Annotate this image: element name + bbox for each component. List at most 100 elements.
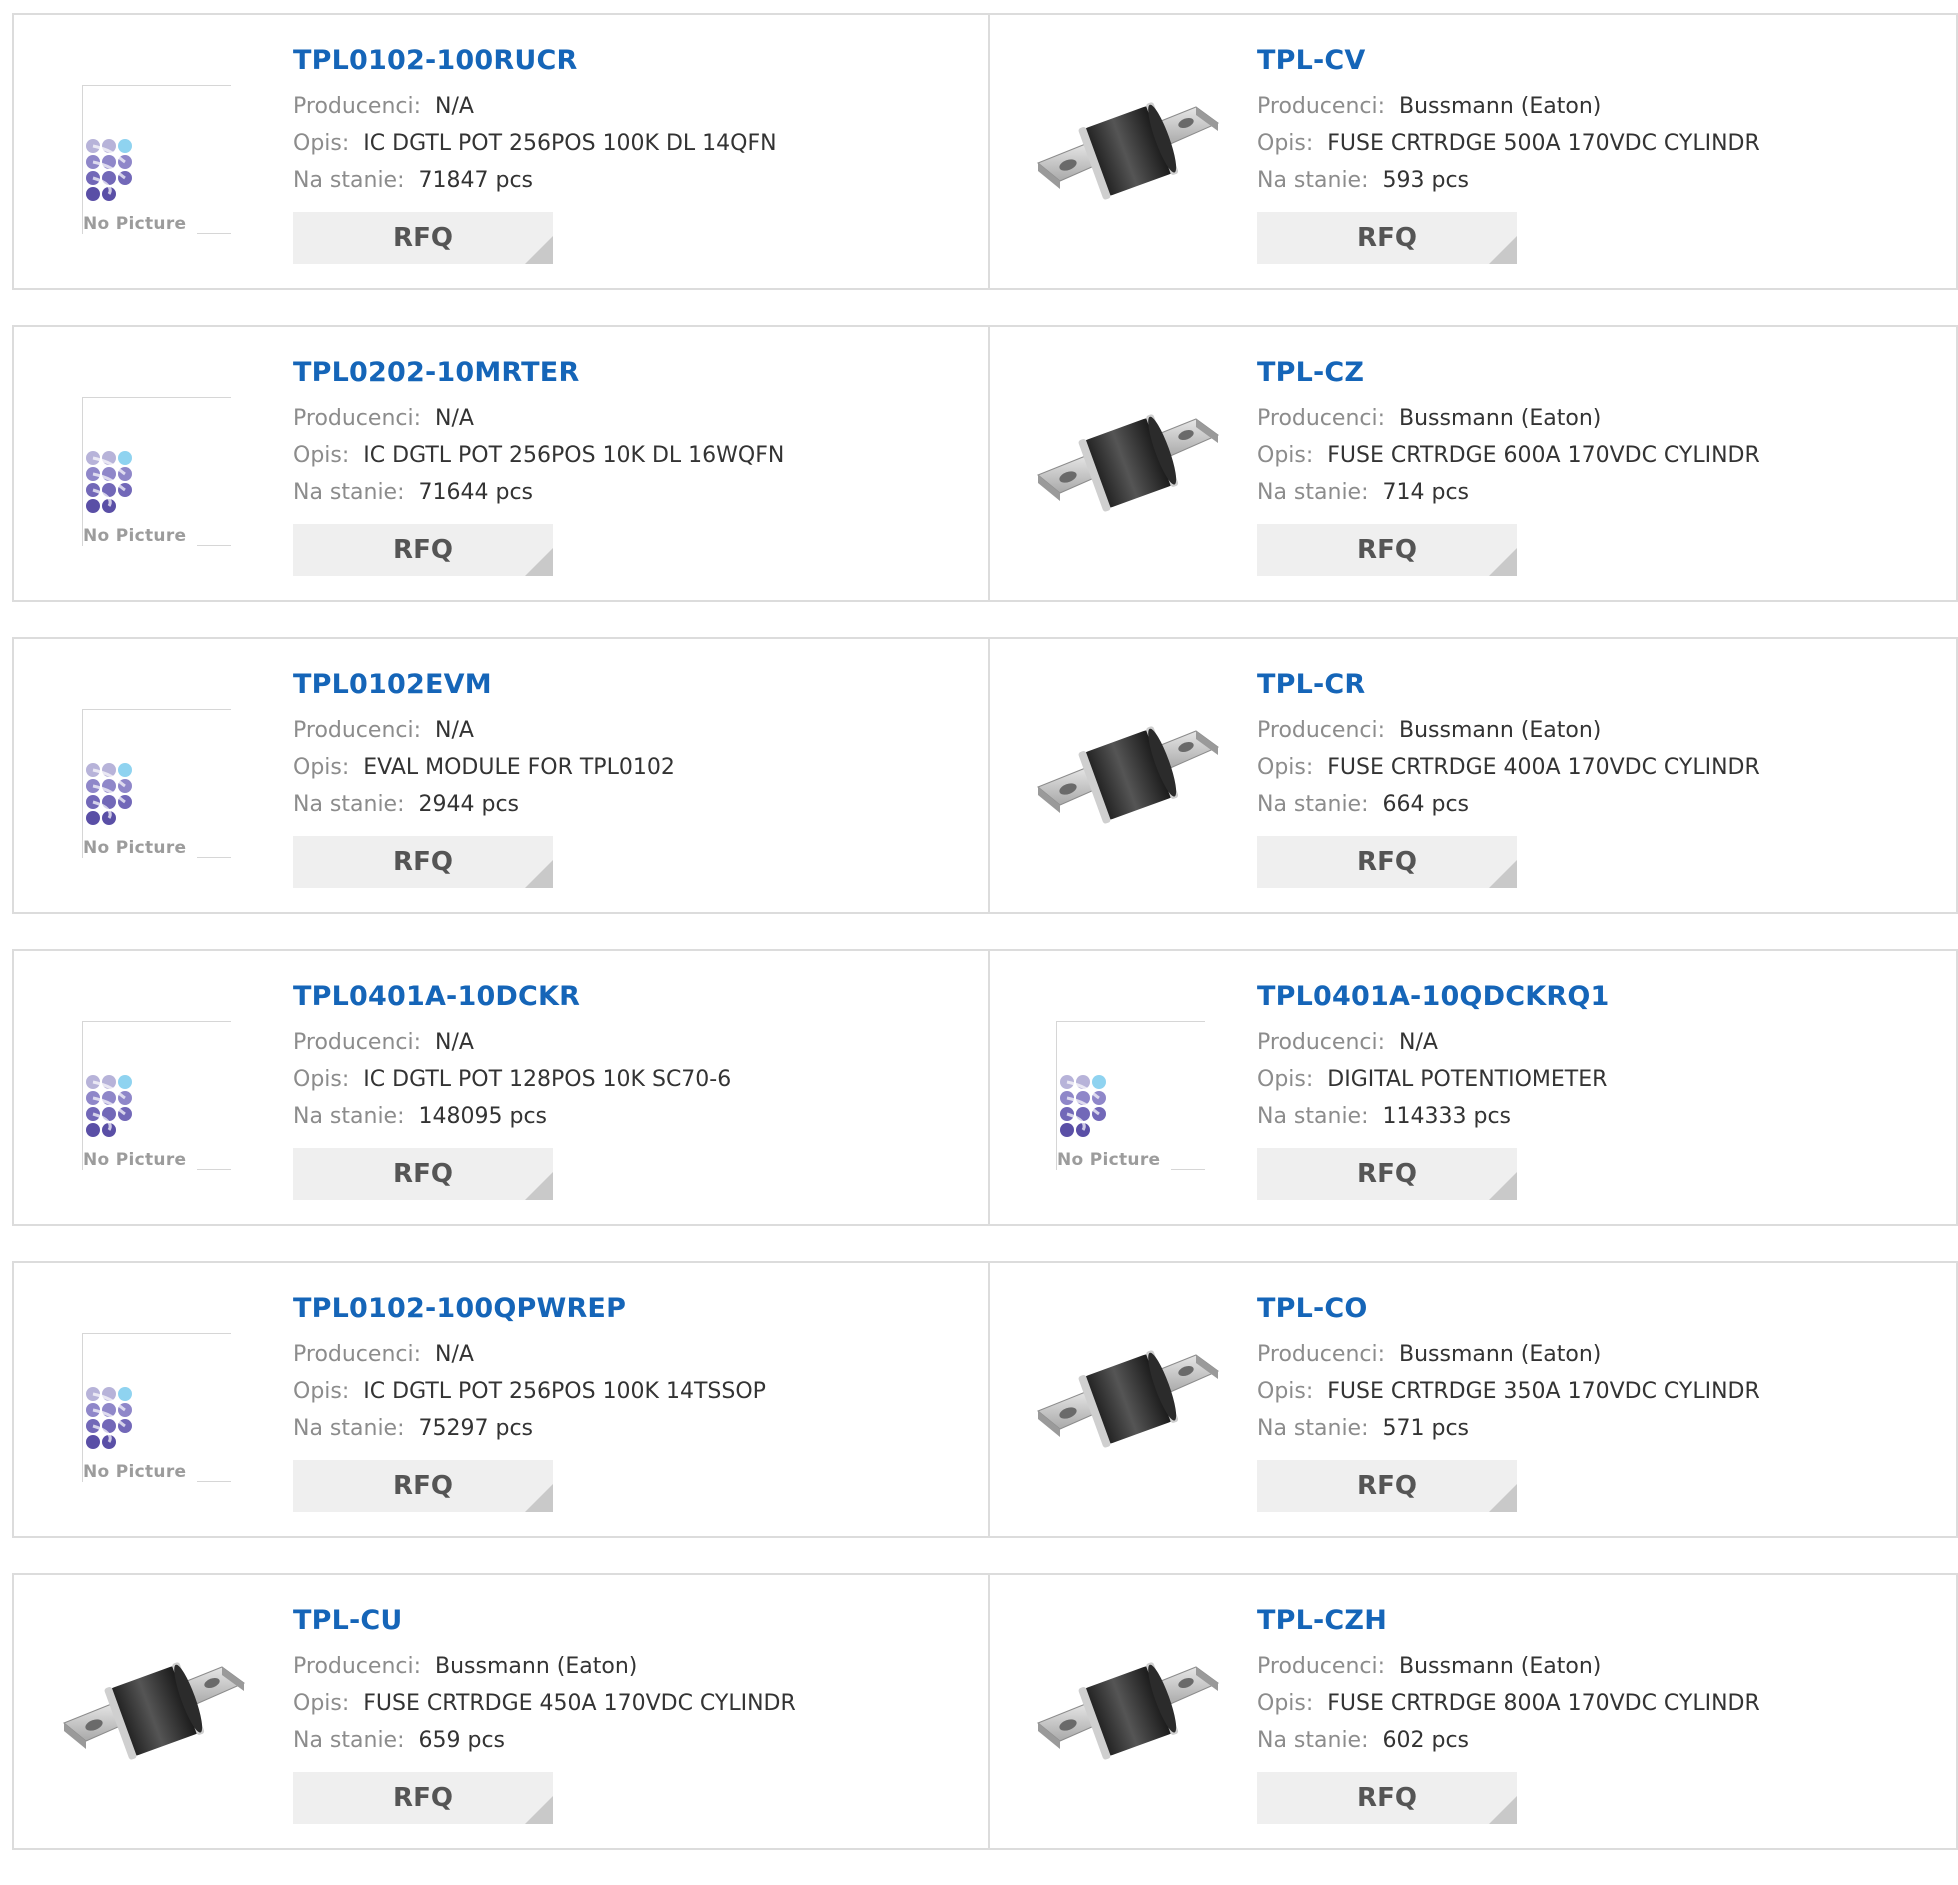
manufacturer-value: Bussmann (Eaton): [1399, 94, 1602, 119]
part-number-link[interactable]: TPL0202-10MRTER: [293, 357, 784, 388]
manufacturer-value: Bussmann (Eaton): [1399, 1342, 1602, 1367]
no-picture-placeholder: No Picture: [82, 1333, 231, 1482]
rfq-button[interactable]: RFQ: [293, 524, 553, 576]
product-image[interactable]: [1028, 55, 1228, 255]
description-label: Opis:: [1257, 131, 1314, 156]
rfq-button[interactable]: RFQ: [293, 836, 553, 888]
corner-triangle-icon: [525, 236, 553, 264]
product-info: TPL-CZ Producenci: Bussmann (Eaton) Opis:…: [1257, 357, 1760, 576]
part-number-link[interactable]: TPL0401A-10QDCKRQ1: [1257, 981, 1609, 1012]
product-image[interactable]: No Picture: [54, 55, 254, 255]
product-image[interactable]: No Picture: [54, 1303, 254, 1503]
rfq-button[interactable]: RFQ: [293, 1772, 553, 1824]
manufacturer-value: Bussmann (Eaton): [1399, 718, 1602, 743]
rfq-label: RFQ: [393, 847, 453, 877]
part-number-link[interactable]: TPL-CO: [1257, 1293, 1760, 1324]
rfq-button[interactable]: RFQ: [1257, 1772, 1517, 1824]
description-value: FUSE CRTRDGE 800A 170VDC CYLINDR: [1327, 1691, 1760, 1716]
manufacturer-label: Producenci:: [293, 718, 422, 743]
description-line: Opis: FUSE CRTRDGE 450A 170VDC CYLINDR: [293, 1685, 796, 1722]
description-line: Opis: EVAL MODULE FOR TPL0102: [293, 749, 675, 786]
product-info: TPL0401A-10QDCKRQ1 Producenci: N/A Opis: D…: [1257, 981, 1609, 1200]
rfq-label: RFQ: [1357, 847, 1417, 877]
corner-triangle-icon: [1489, 236, 1517, 264]
part-number-link[interactable]: TPL0401A-10DCKR: [293, 981, 731, 1012]
rfq-label: RFQ: [393, 1783, 453, 1813]
corner-triangle-icon: [1489, 1796, 1517, 1824]
manufacturer-label: Producenci:: [293, 94, 422, 119]
rfq-label: RFQ: [1357, 223, 1417, 253]
stock-line: Na stanie: 714 pcs: [1257, 474, 1760, 511]
stock-line: Na stanie: 593 pcs: [1257, 162, 1760, 199]
product-grid: No Picture TPL0102-100RUCR Producenci: N/…: [12, 13, 1958, 1885]
description-line: Opis: IC DGTL POT 256POS 10K DL 16WQFN: [293, 437, 784, 474]
no-picture-text: No Picture: [83, 1150, 187, 1170]
part-number-link[interactable]: TPL0102-100QPWREP: [293, 1293, 766, 1324]
manufacturer-line: Producenci: N/A: [293, 400, 784, 437]
product-card: No Picture TPL0401A-10QDCKRQ1 Producenci…: [990, 949, 1958, 1226]
product-card: No Picture TPL0102-100QPWREP Producenci:…: [12, 1261, 990, 1538]
product-info: TPL0102-100RUCR Producenci: N/A Opis: IC D…: [293, 45, 777, 264]
part-number-link[interactable]: TPL-CZH: [1257, 1605, 1760, 1636]
part-number-link[interactable]: TPL-CU: [293, 1605, 796, 1636]
fuse-image: [63, 1662, 245, 1760]
product-image[interactable]: [1028, 679, 1228, 879]
part-number-link[interactable]: TPL0102-100RUCR: [293, 45, 777, 76]
no-picture-placeholder: No Picture: [1056, 1021, 1205, 1170]
stock-value: 2944 pcs: [418, 792, 520, 817]
manufacturer-line: Producenci: N/A: [293, 88, 777, 125]
rfq-button[interactable]: RFQ: [1257, 524, 1517, 576]
product-image[interactable]: No Picture: [54, 679, 254, 879]
stock-label: Na stanie:: [293, 1416, 405, 1441]
rfq-button[interactable]: RFQ: [1257, 1460, 1517, 1512]
manufacturer-label: Producenci:: [1257, 718, 1386, 743]
corner-triangle-icon: [525, 548, 553, 576]
rfq-label: RFQ: [393, 1471, 453, 1501]
description-line: Opis: IC DGTL POT 256POS 100K 14TSSOP: [293, 1373, 766, 1410]
product-image[interactable]: [1028, 1303, 1228, 1503]
manufacturer-value: Bussmann (Eaton): [435, 1654, 638, 1679]
rfq-button[interactable]: RFQ: [293, 212, 553, 264]
product-image[interactable]: [54, 1615, 254, 1815]
manufacturer-label: Producenci:: [293, 1654, 422, 1679]
product-card: No Picture TPL0102-100RUCR Producenci: N/…: [12, 13, 990, 290]
rfq-button[interactable]: RFQ: [293, 1148, 553, 1200]
product-image[interactable]: [1028, 367, 1228, 567]
product-card: TPL-CV Producenci: Bussmann (Eaton) Opis:…: [990, 13, 1958, 290]
description-value: IC DGTL POT 128POS 10K SC70-6: [363, 1067, 732, 1092]
manufacturer-line: Producenci: Bussmann (Eaton): [1257, 88, 1760, 125]
stock-label: Na stanie:: [1257, 1728, 1369, 1753]
stock-value: 714 pcs: [1382, 480, 1470, 505]
rfq-label: RFQ: [393, 535, 453, 565]
stock-label: Na stanie:: [293, 792, 405, 817]
part-number-link[interactable]: TPL-CV: [1257, 45, 1760, 76]
product-card: TPL-CZ Producenci: Bussmann (Eaton) Opis:…: [990, 325, 1958, 602]
description-label: Opis:: [293, 131, 350, 156]
part-number-link[interactable]: TPL-CR: [1257, 669, 1760, 700]
product-image[interactable]: [1028, 1615, 1228, 1815]
stock-label: Na stanie:: [1257, 792, 1369, 817]
rfq-button[interactable]: RFQ: [1257, 1148, 1517, 1200]
rfq-button[interactable]: RFQ: [1257, 836, 1517, 888]
product-image[interactable]: No Picture: [54, 991, 254, 1191]
rfq-label: RFQ: [1357, 1471, 1417, 1501]
stock-line: Na stanie: 148095 pcs: [293, 1098, 731, 1135]
description-value: FUSE CRTRDGE 500A 170VDC CYLINDR: [1327, 131, 1760, 156]
no-picture-logo-icon: [86, 1387, 132, 1449]
product-info: TPL-CV Producenci: Bussmann (Eaton) Opis:…: [1257, 45, 1760, 264]
rfq-button[interactable]: RFQ: [293, 1460, 553, 1512]
product-card: No Picture TPL0202-10MRTER Producenci: N/…: [12, 325, 990, 602]
stock-label: Na stanie:: [293, 1104, 405, 1129]
part-number-link[interactable]: TPL0102EVM: [293, 669, 675, 700]
no-picture-text: No Picture: [83, 1462, 187, 1482]
stock-label: Na stanie:: [293, 480, 405, 505]
description-label: Opis:: [1257, 443, 1314, 468]
product-image[interactable]: No Picture: [1028, 991, 1228, 1191]
description-label: Opis:: [293, 1691, 350, 1716]
rfq-button[interactable]: RFQ: [1257, 212, 1517, 264]
product-image[interactable]: No Picture: [54, 367, 254, 567]
part-number-link[interactable]: TPL-CZ: [1257, 357, 1760, 388]
stock-line: Na stanie: 71644 pcs: [293, 474, 784, 511]
stock-value: 71847 pcs: [418, 168, 534, 193]
corner-triangle-icon: [525, 1484, 553, 1512]
